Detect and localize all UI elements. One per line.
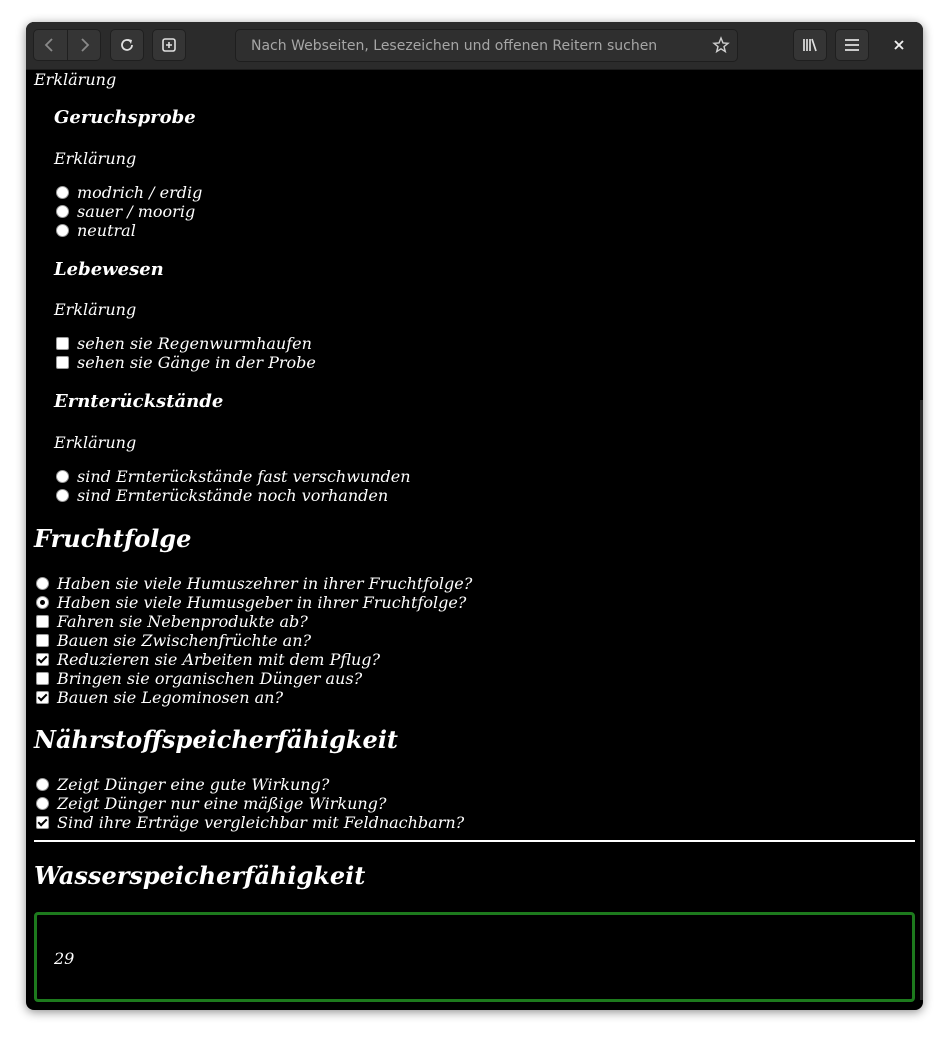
naehrstoff-heading: Nährstoffspeicherfähigkeit [34,725,399,754]
fruchtfolge-option[interactable]: Bauen sie Zwischenfrüchte an? [36,631,311,650]
nav-button-group [33,29,101,61]
bookmark-star-button[interactable] [712,36,730,58]
fruchtfolge-option[interactable]: Reduzieren sie Arbeiten mit dem Pflug? [36,650,380,669]
checkbox[interactable] [56,337,69,350]
radio-button[interactable] [36,778,49,791]
scrollbar[interactable] [920,400,923,1000]
option-label: Reduzieren sie Arbeiten mit dem Pflug? [57,650,381,669]
option-label: Haben sie viele Humuszehrer in ihrer Fru… [57,574,473,593]
checkbox-checked[interactable] [36,691,49,704]
option-label: Bringen sie organischen Dünger aus? [57,669,363,688]
geruch-option[interactable]: sauer / moorig [56,202,195,221]
option-label: Bauen sie Legominosen an? [57,688,284,707]
top-explanation: Erklärung [34,70,117,89]
radio-button[interactable] [56,224,69,237]
lebewesen-heading: Lebewesen [54,259,164,280]
reload-button[interactable] [110,29,144,61]
checkbox[interactable] [36,634,49,647]
star-icon [712,36,730,54]
option-label: sauer / moorig [77,202,196,221]
url-bar-placeholder: Nach Webseiten, Lesezeichen und offenen … [251,38,658,54]
checkbox-checked[interactable] [36,816,49,829]
radio-button-selected[interactable] [36,596,49,609]
wasser-heading: Wasserspeicherfähigkeit [34,861,366,890]
checkbox[interactable] [36,615,49,628]
fruchtfolge-heading: Fruchtfolge [34,524,192,553]
ernte-option[interactable]: sind Ernterückstände fast verschwunden [56,467,411,486]
result-value: 29 [54,949,75,968]
browser-window: Nach Webseiten, Lesezeichen und offenen … [26,22,923,1010]
option-label: sind Ernterückstände noch vorhanden [77,486,389,505]
forward-button[interactable] [66,30,101,60]
radio-button[interactable] [36,577,49,590]
radio-button[interactable] [56,186,69,199]
new-tab-button[interactable] [152,29,186,61]
geruchsprobe-heading: Geruchsprobe [54,107,196,128]
back-icon [44,38,53,52]
geruch-option[interactable]: modrich / erdig [56,183,202,202]
option-label: Zeigt Dünger nur eine mäßige Wirkung? [57,794,387,813]
radio-button[interactable] [36,797,49,810]
option-label: sehen sie Regenwurmhaufen [77,334,312,353]
fruchtfolge-option[interactable]: Fahren sie Nebenprodukte ab? [36,612,308,631]
geruchsprobe-explanation: Erklärung [54,149,137,168]
option-label: modrich / erdig [77,183,203,202]
lebewesen-option[interactable]: sehen sie Regenwurmhaufen [56,334,312,353]
checkbox[interactable] [56,356,69,369]
option-label: Fahren sie Nebenprodukte ab? [57,612,308,631]
naehrstoff-option[interactable]: Zeigt Dünger nur eine mäßige Wirkung? [36,794,387,813]
geruch-option[interactable]: neutral [56,221,136,240]
browser-toolbar: Nach Webseiten, Lesezeichen und offenen … [26,22,923,70]
divider [34,840,915,842]
library-button[interactable] [793,29,827,61]
option-label: sind Ernterückstände fast verschwunden [77,467,411,486]
hamburger-menu-icon [845,39,859,51]
new-tab-icon [162,38,176,52]
radio-button[interactable] [56,470,69,483]
naehrstoff-option[interactable]: Zeigt Dünger eine gute Wirkung? [36,775,329,794]
result-box: 29 [34,912,915,1002]
fruchtfolge-option[interactable]: Bauen sie Legominosen an? [36,688,283,707]
page-content: Erklärung Geruchsprobe Erklärung modrich… [26,70,923,1010]
option-label: Haben sie viele Humusgeber in ihrer Fruc… [57,593,467,612]
forward-icon [81,38,90,52]
checkbox[interactable] [36,672,49,685]
option-label: Sind ihre Erträge vergleichbar mit Feldn… [57,813,465,832]
option-label: Bauen sie Zwischenfrüchte an? [57,631,312,650]
radio-button[interactable] [56,489,69,502]
lebewesen-option[interactable]: sehen sie Gänge in der Probe [56,353,316,372]
ernte-option[interactable]: sind Ernterückstände noch vorhanden [56,486,388,505]
option-label: sehen sie Gänge in der Probe [77,353,316,372]
library-icon [803,38,817,52]
back-button[interactable] [34,30,67,60]
radio-button[interactable] [56,205,69,218]
close-icon [894,40,904,50]
ernterueckstaende-heading: Ernterückstände [54,391,224,412]
naehrstoff-option[interactable]: Sind ihre Erträge vergleichbar mit Feldn… [36,813,464,832]
reload-icon [121,39,133,51]
option-label: Zeigt Dünger eine gute Wirkung? [57,775,330,794]
fruchtfolge-option[interactable]: Haben sie viele Humuszehrer in ihrer Fru… [36,574,472,593]
ernterueckstaende-explanation: Erklärung [54,433,137,452]
url-bar[interactable]: Nach Webseiten, Lesezeichen und offenen … [235,29,738,62]
menu-button[interactable] [835,29,869,61]
fruchtfolge-option[interactable]: Bringen sie organischen Dünger aus? [36,669,362,688]
option-label: neutral [77,221,136,240]
fruchtfolge-option[interactable]: Haben sie viele Humusgeber in ihrer Fruc… [36,593,466,612]
lebewesen-explanation: Erklärung [54,300,137,319]
checkbox-checked[interactable] [36,653,49,666]
close-window-button[interactable] [888,34,910,56]
